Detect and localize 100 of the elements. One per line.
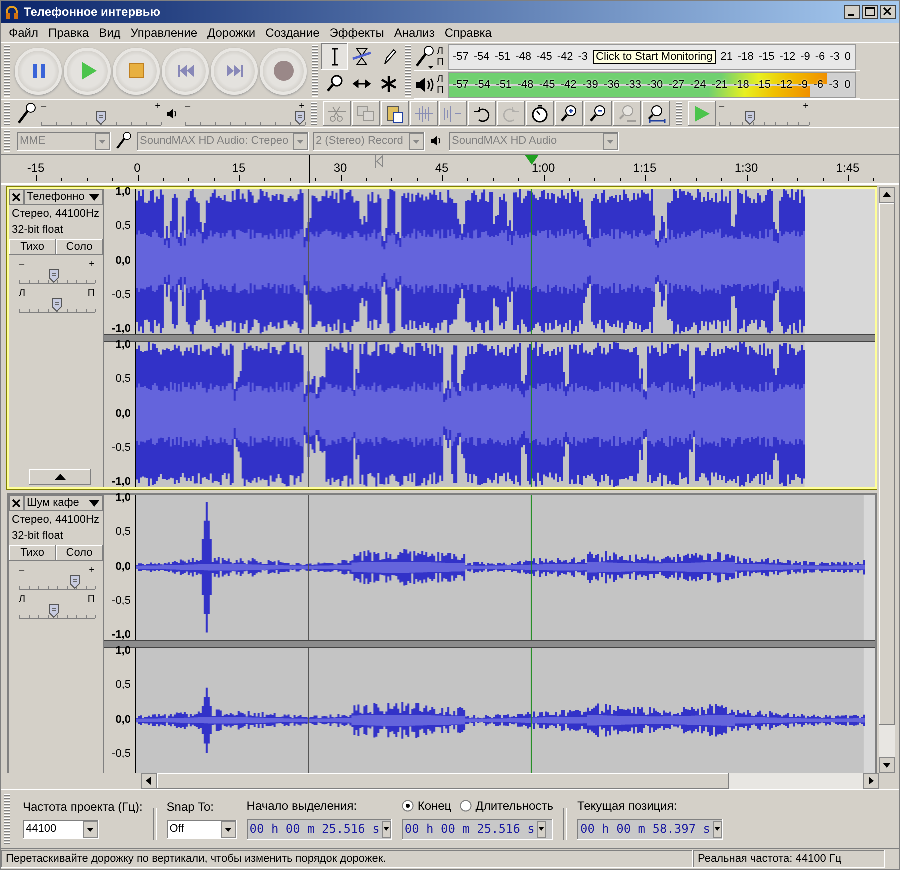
snap-to-dropdown[interactable]: Off [166, 820, 237, 838]
mute-button[interactable]: Тихо [9, 239, 56, 255]
scroll-thumb[interactable] [157, 773, 729, 789]
scroll-down-icon[interactable] [879, 757, 895, 773]
stop-button[interactable] [113, 48, 160, 94]
scroll-right-icon[interactable] [863, 773, 879, 789]
project-rate-label: Частота проекта (Гц): [23, 800, 143, 814]
maximize-icon[interactable] [862, 5, 878, 19]
track-name-menu[interactable]: Шум кафе [24, 495, 103, 511]
end-mode-radio[interactable]: Конец [402, 798, 452, 812]
caret-icon[interactable] [382, 820, 391, 838]
meter-scale-label: -33 [626, 78, 642, 90]
timer-button[interactable] [526, 101, 554, 126]
meter-scale-label: -21 [712, 78, 728, 90]
magnifier-icon [617, 104, 637, 124]
waveform-drawing[interactable] [136, 495, 875, 640]
current-position-label: Текущая позиция: [577, 798, 678, 812]
meter-scale-label: -18 [738, 50, 754, 62]
meter-scale-label: -39 [582, 78, 598, 90]
slider-thumb[interactable] [295, 110, 305, 124]
track-info: 32-bit float [11, 529, 64, 543]
current-position-field[interactable]: 00 h 00 m 58.397 s [577, 818, 723, 840]
selection-end-field[interactable]: 00 h 00 m 25.516 s [402, 818, 554, 840]
audio-track[interactable]: Шум кафе Стерео, 44100Hz 32-bit float Тихо Соло – + Л П 1,0 0,5 0,0 -0,5 -1,0 1,0 0,5 0,0 -0,5 [7, 493, 877, 773]
meter-scale-label: -3 [829, 78, 839, 90]
caret-icon[interactable] [712, 820, 722, 838]
playback-speed-slider[interactable] [719, 110, 809, 126]
collapse-button[interactable] [29, 469, 91, 485]
record-meter[interactable]: -57 -54 -51 -48 -45 -42 -3 Click to Start Monitoring 21 -18 -15 -12 -9 -6 -3 0 [448, 44, 856, 70]
pause-button[interactable] [15, 48, 62, 94]
meter-scale-label: -24 [690, 78, 706, 90]
fit-project-button[interactable] [642, 101, 670, 126]
input-volume-slider[interactable] [41, 110, 161, 126]
window-title: Телефонное интервью [24, 5, 162, 19]
selection-start-field[interactable]: 00 h 00 m 25.516 s [246, 818, 392, 840]
menu-item[interactable]: Эффекты [324, 26, 390, 40]
close-track-button[interactable] [9, 189, 24, 205]
caret-icon[interactable] [536, 820, 546, 838]
audio-track[interactable]: Телефонно Стерео, 44100Hz 32-bit float Тихо Соло – + Л П 1,0 0,5 0,0 -0,5 -1,0 1,0 0,5 0,0 -0,5 -1,0 [7, 187, 877, 489]
project-rate-dropdown[interactable]: 44100 [23, 820, 99, 838]
skip-end-button[interactable] [211, 48, 258, 94]
menu-item[interactable]: Управление [126, 26, 202, 40]
zoom-in-button[interactable] [555, 101, 583, 126]
slider-thumb[interactable] [70, 575, 80, 589]
minimize-icon[interactable] [844, 5, 860, 19]
close-track-button[interactable] [9, 495, 24, 511]
meter-scale-label: 21 [720, 50, 733, 62]
paste-button[interactable] [381, 101, 409, 126]
gain-slider[interactable] [19, 269, 95, 284]
slider-thumb[interactable] [52, 298, 62, 312]
axis-label: -0,5 [112, 288, 131, 301]
skip-start-button[interactable] [162, 48, 209, 94]
meter-scale-label: -42 [560, 78, 577, 90]
scroll-left-icon[interactable] [141, 773, 157, 789]
waveform-drawing[interactable] [136, 342, 875, 487]
record-button[interactable] [260, 48, 307, 94]
meter-scale-label: -15 [758, 50, 775, 62]
output-volume-slider[interactable] [185, 110, 305, 126]
solo-button[interactable]: Соло [56, 545, 103, 561]
menu-item[interactable]: Вид [94, 26, 126, 40]
track-info: 32-bit float [11, 223, 64, 237]
radio-circle-icon[interactable] [402, 800, 414, 812]
radio-circle-icon[interactable] [460, 800, 472, 812]
menu-item[interactable]: Дорожки [202, 26, 261, 40]
undo-button[interactable] [468, 101, 496, 126]
slider-thumb[interactable] [744, 110, 755, 124]
scroll-up-icon[interactable] [879, 187, 895, 203]
menu-item[interactable]: Файл [4, 26, 44, 40]
slider-thumb[interactable] [96, 110, 106, 124]
pan-slider[interactable] [19, 298, 95, 313]
end-mode-radio[interactable]: Длительность [460, 798, 554, 812]
select-tool-button[interactable] [321, 43, 348, 70]
gain-slider[interactable] [19, 575, 95, 590]
ruler-label: 1:00 [532, 161, 556, 175]
ruler-label: 45 [435, 161, 449, 175]
i-beam-icon [330, 46, 340, 66]
menu-item[interactable]: Создание [260, 26, 325, 40]
status-message: Перетаскивайте дорожку по вертикали, чтобы изменить порядок дорожек. [1, 850, 693, 868]
waveform-drawing[interactable] [136, 648, 875, 773]
slider-thumb[interactable] [48, 604, 59, 618]
channel-label: П [437, 56, 446, 68]
pan-slider[interactable] [19, 604, 95, 619]
zoom-out-button[interactable] [584, 101, 612, 126]
play-at-speed-button[interactable] [688, 101, 716, 126]
meter-scale-label: -51 [494, 50, 511, 62]
close-icon[interactable] [880, 5, 896, 19]
track-info: Стерео, 44100Hz [11, 513, 100, 527]
microphone-icon[interactable] [414, 44, 436, 68]
waveform-drawing[interactable] [136, 189, 875, 334]
horizontal-scrollbar[interactable] [141, 773, 879, 789]
solo-button[interactable]: Соло [56, 239, 103, 255]
menu-item[interactable]: Правка [44, 26, 94, 40]
caret-icon [603, 132, 618, 150]
track-name-menu[interactable]: Телефонно [24, 189, 103, 205]
mute-button[interactable]: Тихо [9, 545, 56, 561]
slider-thumb[interactable] [48, 269, 59, 283]
menu-item[interactable]: Анализ [389, 26, 440, 40]
asterisk-icon [378, 74, 398, 94]
caret-icon [89, 500, 100, 506]
menu-item[interactable]: Справка [440, 26, 497, 40]
